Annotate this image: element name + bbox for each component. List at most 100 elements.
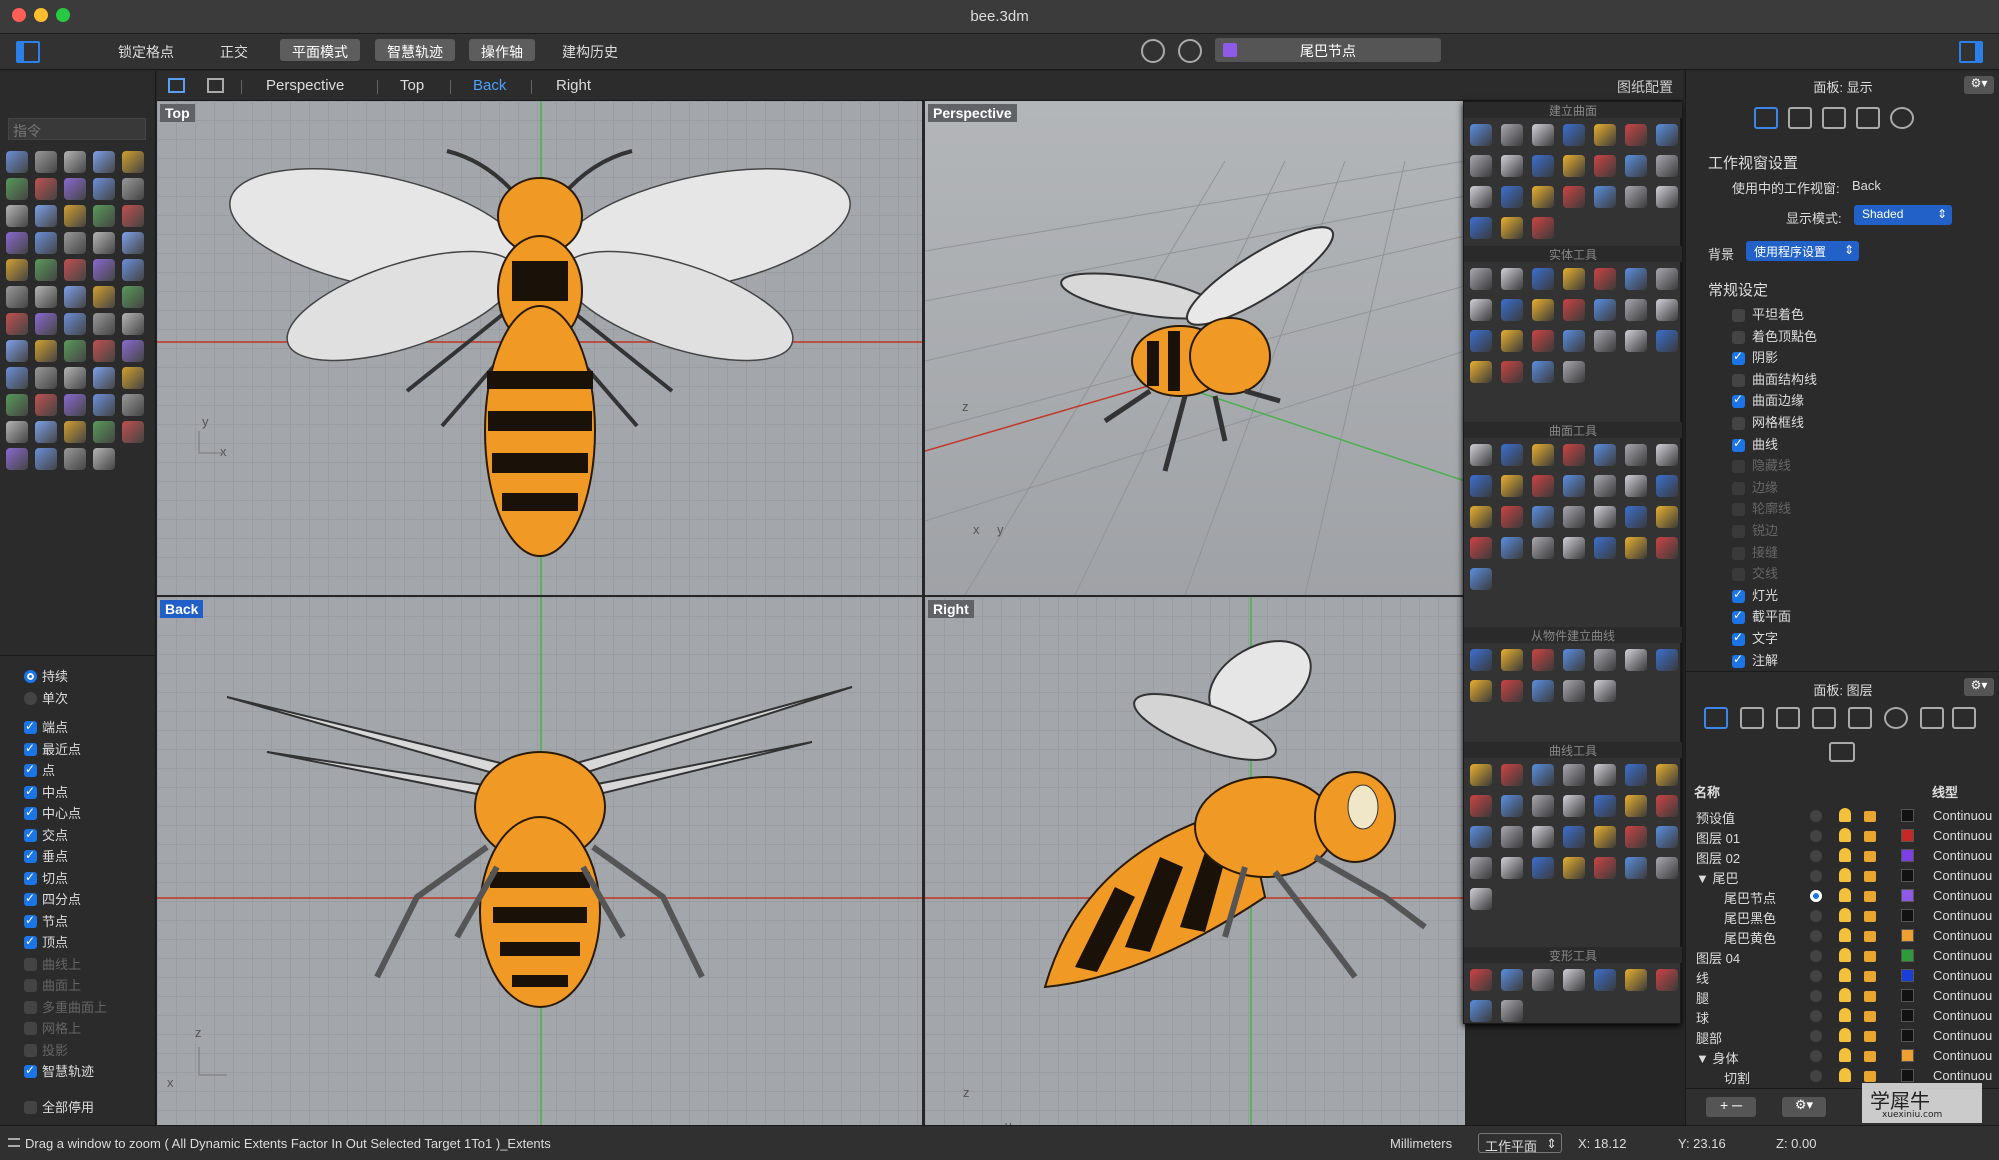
layer-row[interactable]: 线 Continuou bbox=[1686, 965, 1999, 986]
tool-icon[interactable] bbox=[6, 367, 28, 389]
palette-tool-icon[interactable] bbox=[1501, 186, 1523, 208]
palette-tool-icon[interactable] bbox=[1594, 330, 1616, 352]
lock-icon[interactable] bbox=[1864, 971, 1876, 982]
lightbulb-icon[interactable] bbox=[1839, 808, 1851, 822]
osnap-option[interactable]: 投影 bbox=[0, 1040, 156, 1062]
palette-tool-icon[interactable] bbox=[1470, 857, 1492, 879]
layer-color-swatch[interactable] bbox=[1901, 969, 1914, 982]
palette-tool-icon[interactable] bbox=[1470, 155, 1492, 177]
palette-tool-icon[interactable] bbox=[1594, 186, 1616, 208]
palette-tool-icon[interactable] bbox=[1625, 649, 1647, 671]
display-option[interactable]: 接缝 bbox=[1732, 544, 1778, 565]
tool-icon[interactable] bbox=[64, 286, 86, 308]
folder-tab-icon[interactable] bbox=[1856, 107, 1880, 129]
osnap-option[interactable]: 顶点 bbox=[0, 931, 156, 954]
tool-icon[interactable] bbox=[93, 286, 115, 308]
palette-section-create-surface[interactable]: 建立曲面 bbox=[1464, 102, 1682, 118]
layers-tab-icon[interactable] bbox=[1704, 707, 1728, 729]
tool-icon[interactable] bbox=[93, 178, 115, 200]
palette-tool-icon[interactable] bbox=[1532, 506, 1554, 528]
palette-tool-icon[interactable] bbox=[1656, 155, 1678, 177]
layer-linetype[interactable]: Continuou bbox=[1933, 1048, 1992, 1063]
tool-icon[interactable] bbox=[6, 178, 28, 200]
display-option[interactable]: 注解 bbox=[1732, 650, 1778, 673]
tool-icon[interactable] bbox=[93, 151, 115, 173]
palette-tool-icon[interactable] bbox=[1470, 506, 1492, 528]
lock-icon[interactable] bbox=[1864, 911, 1876, 922]
palette-tool-icon[interactable] bbox=[1501, 361, 1523, 383]
palette-tool-icon[interactable] bbox=[1656, 268, 1678, 290]
layer-linetype[interactable]: Continuou bbox=[1933, 888, 1992, 903]
tool-icon[interactable] bbox=[64, 313, 86, 335]
palette-tool-icon[interactable] bbox=[1470, 537, 1492, 559]
gear-icon[interactable]: ⚙▾ bbox=[1964, 678, 1994, 696]
layer-row[interactable]: 球 Continuou bbox=[1686, 1005, 1999, 1026]
osnap-option[interactable]: 点 bbox=[0, 759, 156, 782]
tool-icon[interactable] bbox=[122, 286, 144, 308]
layout-tab-icon[interactable] bbox=[1812, 707, 1836, 729]
palette-tool-icon[interactable] bbox=[1470, 124, 1492, 146]
palette-tool-icon[interactable] bbox=[1470, 826, 1492, 848]
layer-row[interactable]: 尾巴节点 Continuou bbox=[1686, 885, 1999, 906]
osnap-option[interactable]: 曲面上 bbox=[0, 975, 156, 997]
palette-tool-icon[interactable] bbox=[1594, 506, 1616, 528]
tool-icon[interactable] bbox=[122, 313, 144, 335]
add-layer-button[interactable]: + ─ bbox=[1706, 1097, 1756, 1117]
palette-tool-icon[interactable] bbox=[1625, 299, 1647, 321]
lock-icon[interactable] bbox=[1864, 1031, 1876, 1042]
palette-tool-icon[interactable] bbox=[1501, 155, 1523, 177]
palette-tool-icon[interactable] bbox=[1470, 1000, 1492, 1022]
layer-color-swatch[interactable] bbox=[1901, 1069, 1914, 1082]
tool-icon[interactable] bbox=[122, 340, 144, 362]
tab-perspective[interactable]: Perspective bbox=[266, 77, 344, 94]
tool-icon[interactable] bbox=[93, 259, 115, 281]
lock-icon[interactable] bbox=[1864, 1051, 1876, 1062]
palette-tool-icon[interactable] bbox=[1594, 475, 1616, 497]
material-tab-icon[interactable] bbox=[1822, 107, 1846, 129]
gumball-toggle[interactable]: 操作轴 bbox=[469, 39, 535, 61]
layer-row[interactable]: 图层 02 Continuou bbox=[1686, 845, 1999, 866]
layer-color-swatch[interactable] bbox=[1901, 1049, 1914, 1062]
display-option[interactable]: 交线 bbox=[1732, 565, 1778, 586]
lock-icon[interactable] bbox=[1864, 1071, 1876, 1082]
palette-tool-icon[interactable] bbox=[1532, 475, 1554, 497]
layer-column-name[interactable]: 名称 bbox=[1694, 782, 1720, 801]
palette-tool-icon[interactable] bbox=[1656, 826, 1678, 848]
palette-tool-icon[interactable] bbox=[1625, 475, 1647, 497]
palette-tool-icon[interactable] bbox=[1656, 124, 1678, 146]
palette-tool-icon[interactable] bbox=[1501, 969, 1523, 991]
palette-tool-icon[interactable] bbox=[1532, 764, 1554, 786]
layer-row[interactable]: 尾巴黄色 Continuou bbox=[1686, 925, 1999, 946]
palette-tool-icon[interactable] bbox=[1532, 795, 1554, 817]
palette-tool-icon[interactable] bbox=[1532, 217, 1554, 239]
palette-tool-icon[interactable] bbox=[1656, 795, 1678, 817]
tool-icon[interactable] bbox=[6, 448, 28, 470]
osnap-option[interactable]: 最近点 bbox=[0, 738, 156, 761]
tool-icon[interactable] bbox=[35, 448, 57, 470]
palette-tool-icon[interactable] bbox=[1563, 186, 1585, 208]
palette-tool-icon[interactable] bbox=[1594, 680, 1616, 702]
smart-track-toggle[interactable]: 智慧轨迹 bbox=[375, 39, 455, 61]
lock-icon[interactable] bbox=[1864, 1011, 1876, 1022]
tool-icon[interactable] bbox=[35, 340, 57, 362]
current-layer-indicator[interactable] bbox=[1810, 1070, 1822, 1082]
osnap-option[interactable]: 切点 bbox=[0, 867, 156, 890]
tool-icon[interactable] bbox=[6, 205, 28, 227]
palette-tool-icon[interactable] bbox=[1563, 506, 1585, 528]
lightbulb-icon[interactable] bbox=[1839, 848, 1851, 862]
viewport-top[interactable]: y x Top bbox=[157, 101, 922, 595]
osnap-option[interactable]: 四分点 bbox=[0, 888, 156, 911]
layer-color-swatch[interactable] bbox=[1901, 949, 1914, 962]
palette-tool-icon[interactable] bbox=[1625, 537, 1647, 559]
palette-tool-icon[interactable] bbox=[1563, 795, 1585, 817]
palette-tool-icon[interactable] bbox=[1625, 155, 1647, 177]
tool-icon[interactable] bbox=[35, 286, 57, 308]
tool-icon[interactable] bbox=[64, 367, 86, 389]
palette-tool-icon[interactable] bbox=[1563, 680, 1585, 702]
lightbulb-icon[interactable] bbox=[1839, 1028, 1851, 1042]
display-option[interactable]: 截平面 bbox=[1732, 606, 1791, 629]
toggle-sidebar-icon[interactable] bbox=[16, 41, 40, 63]
current-layer-dropdown[interactable]: 尾巴节点 bbox=[1215, 38, 1441, 62]
cplane-dropdown[interactable]: 工作平面 ⇕ bbox=[1478, 1133, 1562, 1154]
tool-icon[interactable] bbox=[64, 151, 86, 173]
